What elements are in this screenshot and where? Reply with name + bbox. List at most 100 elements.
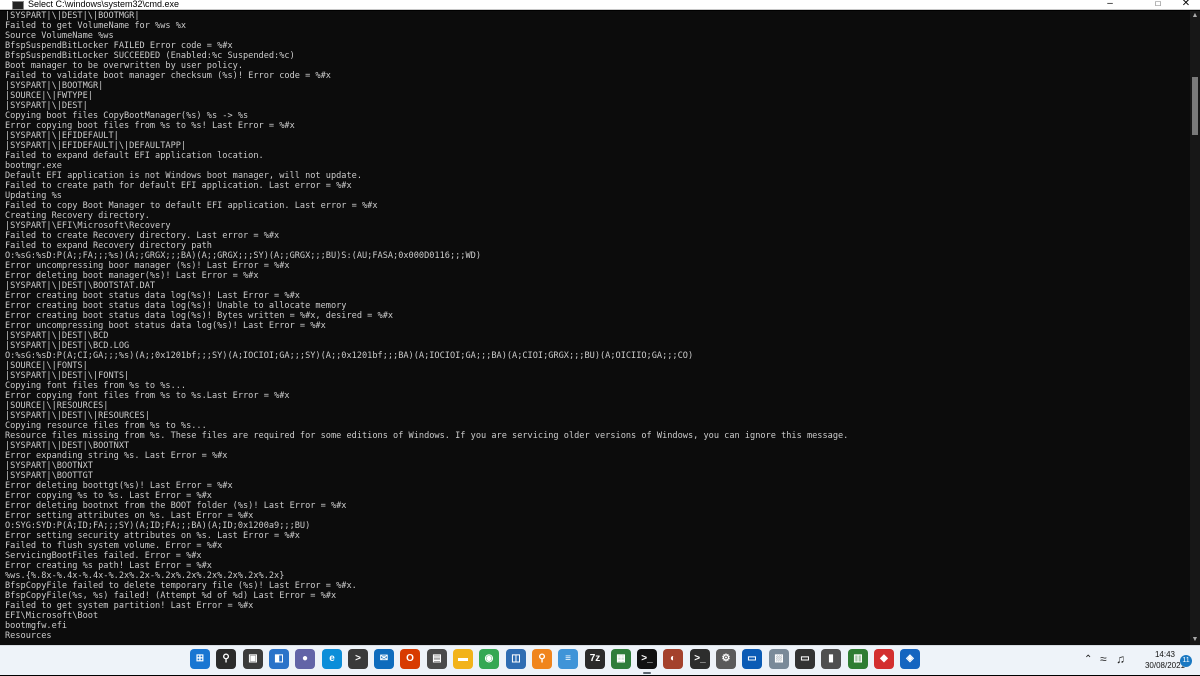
taskbar-button[interactable]: ▥ — [848, 649, 868, 669]
taskbar-button[interactable]: ▤ — [427, 649, 447, 669]
wifi-icon[interactable]: ≈ — [1100, 652, 1107, 666]
console-line: Copying resource files from %s to %s... — [5, 421, 207, 431]
console-icon — [12, 1, 24, 10]
remote-desktop-icon: ▭ — [747, 653, 757, 664]
taskbar-button[interactable]: ▭ — [742, 649, 762, 669]
console-line: EFI\Microsoft\Boot — [5, 611, 99, 621]
taskbar-button[interactable]: ▦ — [611, 649, 631, 669]
taskbar-button[interactable]: e — [322, 649, 342, 669]
console-line: Failed to create path for default EFI ap… — [5, 181, 352, 191]
chevron-up-icon[interactable]: ⌃ — [1084, 654, 1092, 665]
taskbar-button[interactable]: ◆ — [874, 649, 894, 669]
taskbar-button[interactable]: ▮ — [821, 649, 841, 669]
console-line: |SYSPART|\|DEST|\BCD — [5, 331, 109, 341]
taskbar-button[interactable]: ▨ — [769, 649, 789, 669]
console-line: |SYSPART|\BOOTNXT — [5, 461, 93, 471]
store-icon: ▤ — [432, 653, 442, 664]
taskbar-button[interactable]: ◐ — [663, 649, 683, 669]
console-line: Error copying %s to %s. Last Error = %#x — [5, 491, 212, 501]
mail-icon: ✉ — [379, 653, 389, 664]
console-app-icon: >_ — [694, 653, 706, 664]
console-line: Source VolumeName %ws — [5, 31, 114, 41]
taskbar-button[interactable]: ▣ — [243, 649, 263, 669]
console-line: |SYSPART|\|DEST|\BCD.LOG — [5, 341, 130, 351]
red-app-icon: ◆ — [880, 653, 888, 664]
console-line: Error setting security attributes on %s.… — [5, 531, 300, 541]
maximize-button[interactable]: □ — [1146, 0, 1170, 10]
search-icon: ⚲ — [222, 653, 230, 664]
console-line: BfspCopyFile failed to delete temporary … — [5, 581, 357, 591]
widgets-icon: ◧ — [274, 653, 284, 664]
volume-icon[interactable]: ♫ — [1116, 652, 1125, 666]
console-line: |SYSPART|\|DEST|\BOOTNXT — [5, 441, 130, 451]
scroll-down-arrow-icon[interactable]: ▼ — [1190, 635, 1200, 645]
console-line: |SYSPART|\|EFIDEFAULT| — [5, 131, 119, 141]
console-line: Error deleting boottgt(%s)! Last Error =… — [5, 481, 233, 491]
console-line: Error creating %s path! Last Error = %#x — [5, 561, 212, 571]
console-line: Default EFI application is not Windows b… — [5, 171, 362, 181]
console-line: BfspCopyFile(%s, %s) failed! (Attempt %d… — [5, 591, 337, 601]
console-line: Error setting attributes on %s. Last Err… — [5, 511, 254, 521]
console-line: |SYSPART|\|EFIDEFAULT|\|DEFAULTAPP| — [5, 141, 187, 151]
vertical-scrollbar[interactable]: ▲ ▼ — [1190, 11, 1200, 645]
taskbar: ⊞ ⚲ ▣ ◧ ● e > ✉ O ▤ ▬ ◉ ◫ ⚲ ≡ 7z ▦ >_ ◐ >_ ⚙ ▭ ▨ ▭ ▮ ▥ ◆ ◈ ⌃ ≈ ♫ 14… — [0, 645, 1200, 675]
console-output[interactable]: |SYSPART|\|DEST|\|BOOTMGR| Failed to get … — [0, 11, 1190, 645]
taskbar-button[interactable]: ◫ — [506, 649, 526, 669]
system-tray: ⌃ ≈ ♫ 14:43 30/08/2021 11 — [1078, 646, 1200, 676]
settings-icon: ⚙ — [721, 653, 731, 664]
scroll-thumb[interactable] — [1192, 77, 1198, 135]
cmd-icon: >_ — [641, 653, 653, 664]
taskbar-button[interactable]: ▬ — [453, 649, 473, 669]
taskbar-button[interactable]: ▭ — [795, 649, 815, 669]
taskbar-button[interactable]: ⊞ — [190, 649, 210, 669]
task-manager-icon: ▦ — [616, 653, 626, 664]
console-line: Resource files missing from %s. These fi… — [5, 431, 849, 441]
taskbar-button[interactable]: O — [400, 649, 420, 669]
console-line: O:SYG:SYD:P(A;ID;FA;;;SY)(A;ID;FA;;;BA)(… — [5, 521, 311, 531]
notification-badge[interactable]: 11 — [1180, 655, 1192, 667]
console-line: ServicingBootFiles failed. Error = %#x — [5, 551, 202, 561]
task-view-icon: ▣ — [248, 653, 258, 664]
title-bar[interactable]: Select C:\windows\system32\cmd.exe – □ ✕ — [0, 0, 1200, 10]
console-line: Failed to flush system volume. Error = %… — [5, 541, 223, 551]
taskbar-button[interactable]: >_ — [637, 649, 657, 674]
terminal-icon: > — [355, 653, 361, 664]
console-line: Updating %s — [5, 191, 62, 201]
console-line: Failed to copy Boot Manager to default E… — [5, 201, 378, 211]
teams-chat-icon: ● — [301, 653, 309, 664]
console-line: Error deleting boot manager(%s)! Last Er… — [5, 271, 259, 281]
console-line: |SYSPART|\|DEST|\|BOOTMGR| — [5, 11, 140, 21]
console-line: Error creating boot status data log(%s)!… — [5, 291, 300, 301]
console-line: Error creating boot status data log(%s)!… — [5, 311, 394, 321]
console-line: Copying font files from %s to %s... — [5, 381, 187, 391]
active-indicator — [643, 672, 651, 674]
console-line: BfspSuspendBitLocker SUCCEEDED (Enabled:… — [5, 51, 295, 61]
console-line: BfspSuspendBitLocker FAILED Error code =… — [5, 41, 233, 51]
console-line: |SYSPART|\|BOOTMGR| — [5, 81, 104, 91]
console-line: Resources — [5, 631, 52, 641]
taskbar-button[interactable]: ◉ — [479, 649, 499, 669]
console-line: Error deleting bootnxt from the BOOT fol… — [5, 501, 347, 511]
taskbar-button[interactable]: 7z — [585, 649, 605, 669]
taskbar-button[interactable]: ≡ — [558, 649, 578, 669]
console-line: Error copying font files from %s to %s.L… — [5, 391, 290, 401]
console-line: Failed to validate boot manager checksum… — [5, 71, 331, 81]
close-button[interactable]: ✕ — [1174, 0, 1198, 10]
edge-icon: e — [329, 653, 335, 664]
window-title: Select C:\windows\system32\cmd.exe — [28, 0, 180, 9]
taskbar-button[interactable]: ⚲ — [216, 649, 236, 669]
taskbar-button[interactable]: > — [348, 649, 368, 669]
taskbar-button[interactable]: ● — [295, 649, 315, 669]
minimize-button[interactable]: – — [1098, 0, 1122, 10]
console-line: Failed to get VolumeName for %ws %x — [5, 21, 187, 31]
console-line: |SYSPART|\EFI\Microsoft\Recovery — [5, 221, 171, 231]
taskbar-button[interactable]: >_ — [690, 649, 710, 669]
taskbar-button[interactable]: ◈ — [900, 649, 920, 669]
console-line: Error uncompressing boor manager (%s)! L… — [5, 261, 290, 271]
scroll-up-arrow-icon[interactable]: ▲ — [1190, 11, 1200, 21]
taskbar-button[interactable]: ◧ — [269, 649, 289, 669]
taskbar-button[interactable]: ⚙ — [716, 649, 736, 669]
chart-app-icon: ▥ — [853, 653, 863, 664]
taskbar-button[interactable]: ⚲ — [532, 649, 552, 669]
taskbar-button[interactable]: ✉ — [374, 649, 394, 669]
